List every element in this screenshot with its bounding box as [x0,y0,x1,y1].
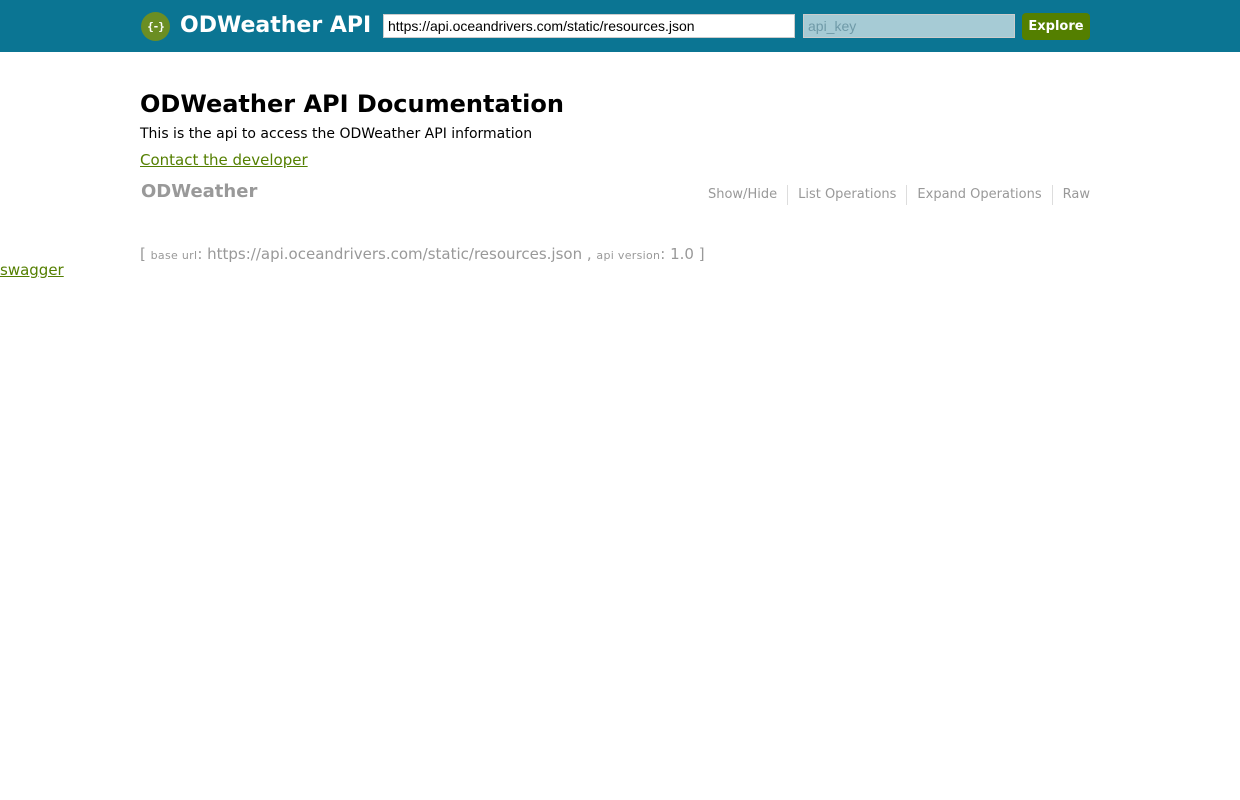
api-info-footer: [ base url: https://api.oceandrivers.com… [140,245,705,263]
api-description: This is the api to access the ODWeather … [140,126,533,142]
close-bracket: ] [698,245,705,263]
open-bracket: [ [140,245,146,263]
app-title[interactable]: ODWeather API [180,11,371,41]
base-url-value: https://api.oceandrivers.com/static/reso… [207,245,583,263]
page-title: ODWeather API Documentation [140,90,564,118]
list-operations-link[interactable]: List Operations [787,185,906,205]
resource-heading[interactable]: ODWeather [141,180,257,204]
api-url-input[interactable] [383,14,795,38]
expand-operations-link[interactable]: Expand Operations [906,185,1051,205]
swagger-link[interactable]: swagger [0,260,64,280]
show-hide-link[interactable]: Show/Hide [698,185,787,205]
contact-developer-link[interactable]: Contact the developer [140,150,308,170]
api-version-value: 1.0 [670,245,694,263]
raw-link[interactable]: Raw [1051,185,1090,205]
resource-operations: Show/Hide List Operations Expand Operati… [698,185,1090,205]
base-url-label: base url [150,249,198,262]
api-key-input[interactable] [803,14,1015,38]
separator: , [586,245,592,263]
header-bar: {-} ODWeather API Explore [0,0,1240,52]
swagger-logo-icon[interactable]: {-} [141,12,170,41]
explore-button[interactable]: Explore [1022,13,1090,40]
api-version-label: api version [596,249,661,262]
